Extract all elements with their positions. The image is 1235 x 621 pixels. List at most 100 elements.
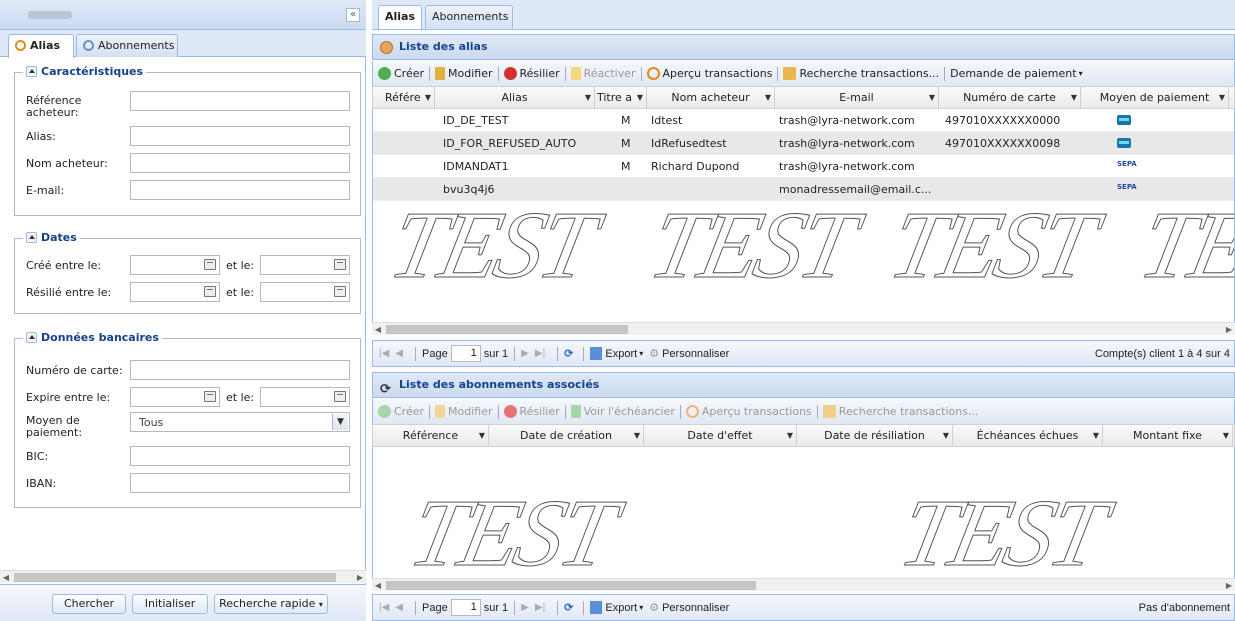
- edit-sub-button[interactable]: Modifier: [435, 405, 493, 418]
- bic-input[interactable]: [130, 446, 350, 466]
- prev-page-icon[interactable]: ◀: [395, 348, 403, 359]
- alias-horizontal-scrollbar[interactable]: ◀ ▶: [372, 322, 1235, 335]
- scrollbar-thumb[interactable]: [386, 325, 628, 334]
- collapse-toggle-icon[interactable]: [26, 66, 37, 77]
- sub-search-transactions-button[interactable]: Recherche transactions...: [822, 405, 978, 418]
- next-page-icon[interactable]: ▶: [521, 348, 529, 359]
- numero-carte-input[interactable]: [130, 360, 350, 380]
- scrollbar-thumb[interactable]: [386, 581, 756, 590]
- calendar-icon[interactable]: [204, 286, 216, 297]
- subs-horizontal-scrollbar[interactable]: ◀ ▶: [372, 578, 1235, 591]
- alias-label: Alias:: [26, 130, 56, 143]
- calendar-icon[interactable]: [204, 391, 216, 402]
- sub-preview-transactions-button[interactable]: Aperçu transactions: [685, 405, 812, 418]
- alias-input[interactable]: [130, 126, 350, 146]
- collapse-toggle-icon[interactable]: [26, 332, 37, 343]
- chevron-down-icon[interactable]: ▼: [332, 414, 348, 430]
- first-page-icon[interactable]: |◀: [379, 348, 389, 359]
- col-sub-montant[interactable]: Montant fixe ▼: [1103, 425, 1233, 447]
- search-button[interactable]: Chercher: [52, 594, 126, 614]
- cancel-sub-button[interactable]: Résilier: [503, 405, 560, 418]
- reset-button[interactable]: Initialiser: [132, 594, 208, 614]
- tab-alias-results[interactable]: Alias: [378, 5, 422, 29]
- col-sub-date-creation[interactable]: Date de création ▼: [489, 425, 644, 447]
- col-reference[interactable]: Référe ▼: [373, 87, 435, 109]
- scroll-left-icon[interactable]: ◀: [372, 579, 384, 592]
- col-moyen-paiement[interactable]: Moyen de paiement ▼: [1081, 87, 1229, 109]
- email-input[interactable]: [130, 180, 350, 200]
- calendar-icon[interactable]: [334, 391, 346, 402]
- customize-button[interactable]: ⚙ Personnaliser: [649, 347, 729, 361]
- customize-button[interactable]: ⚙ Personnaliser: [649, 601, 729, 615]
- edit-button[interactable]: Modifier: [435, 67, 493, 80]
- collapse-panel-button[interactable]: «: [346, 8, 360, 22]
- col-numero-carte[interactable]: Numéro de carte ▼: [939, 87, 1081, 109]
- refresh-icon[interactable]: ⟳: [564, 347, 573, 360]
- col-nom-acheteur[interactable]: Nom acheteur ▼: [647, 87, 775, 109]
- scroll-left-icon[interactable]: ◀: [0, 571, 12, 584]
- calendar-icon[interactable]: [334, 286, 346, 297]
- col-sub-echeances[interactable]: Échéances échues ▼: [953, 425, 1103, 447]
- refresh-icon[interactable]: ⟳: [564, 601, 573, 614]
- calendar-icon[interactable]: [204, 259, 216, 270]
- expire-from-date[interactable]: [130, 387, 220, 407]
- cree-to-date[interactable]: [260, 255, 350, 275]
- create-sub-button[interactable]: Créer: [378, 405, 424, 418]
- resilie-to-date[interactable]: [260, 282, 350, 302]
- preview-transactions-button[interactable]: Aperçu transactions: [646, 67, 772, 80]
- sepa-icon: SEPA: [1117, 160, 1137, 168]
- iban-input[interactable]: [130, 473, 350, 493]
- fieldset-legend: Données bancaires: [23, 331, 162, 344]
- next-page-icon[interactable]: ▶: [521, 602, 529, 613]
- subs-list-header: ⟳ Liste des abonnements associés: [372, 372, 1235, 398]
- col-titre[interactable]: Titre a ▼: [595, 87, 647, 109]
- cree-from-date[interactable]: [130, 255, 220, 275]
- nom-input[interactable]: [130, 153, 350, 173]
- col-alias[interactable]: Alias ▼: [435, 87, 595, 109]
- tab-abonnements-results[interactable]: Abonnements: [425, 5, 513, 28]
- scroll-right-icon[interactable]: ▶: [354, 571, 366, 584]
- table-row[interactable]: IDMANDAT1 M Richard Dupond trash@lyra-ne…: [373, 155, 1234, 178]
- expire-and-label: et le:: [226, 391, 255, 404]
- schedule-button[interactable]: Voir l'échéancier: [570, 405, 675, 418]
- reference-input[interactable]: [130, 91, 350, 111]
- calendar-icon[interactable]: [334, 259, 346, 270]
- moyen-paiement-select[interactable]: Tous ▼: [130, 412, 350, 432]
- resilie-from-date[interactable]: [130, 282, 220, 302]
- user-icon: [380, 41, 393, 54]
- search-icon: [646, 67, 660, 80]
- table-row[interactable]: bvu3q4j6 monadressemail@email.c... SEPA: [373, 178, 1234, 201]
- scroll-right-icon[interactable]: ▶: [1223, 323, 1235, 336]
- tab-abonnements[interactable]: Abonnements: [76, 34, 178, 57]
- folder-arrow-icon: [822, 405, 836, 418]
- last-page-icon[interactable]: ▶|: [535, 602, 545, 613]
- export-button[interactable]: Export ▾: [590, 347, 643, 360]
- scroll-left-icon[interactable]: ◀: [372, 323, 384, 336]
- reactivate-button[interactable]: Réactiver: [570, 67, 636, 80]
- page-input[interactable]: 1: [450, 345, 481, 362]
- search-transactions-button[interactable]: Recherche transactions...: [783, 67, 939, 80]
- export-icon: [590, 601, 603, 614]
- create-button[interactable]: Créer: [378, 67, 424, 80]
- cancel-button[interactable]: Résilier: [503, 67, 560, 80]
- tab-alias[interactable]: Alias: [8, 34, 74, 58]
- left-horizontal-scrollbar[interactable]: ◀ ▶: [0, 570, 366, 583]
- last-page-icon[interactable]: ▶|: [535, 348, 545, 359]
- quick-search-button[interactable]: Recherche rapide ▾: [214, 594, 328, 614]
- col-email[interactable]: E-mail ▼: [775, 87, 939, 109]
- payment-request-button[interactable]: Demande de paiement ▾: [950, 67, 1083, 80]
- table-row[interactable]: ID_DE_TEST M Idtest trash@lyra-network.c…: [373, 109, 1234, 132]
- table-row[interactable]: ID_FOR_REFUSED_AUTO M IdRefusedtest tras…: [373, 132, 1234, 155]
- first-page-icon[interactable]: |◀: [379, 602, 389, 613]
- col-sub-date-effet[interactable]: Date d'effet ▼: [644, 425, 797, 447]
- prev-page-icon[interactable]: ◀: [395, 602, 403, 613]
- subs-pager-status: Pas d'abonnement: [1138, 601, 1230, 614]
- export-button[interactable]: Export ▾: [590, 601, 643, 614]
- scroll-right-icon[interactable]: ▶: [1223, 579, 1235, 592]
- page-input[interactable]: 1: [450, 599, 481, 616]
- col-sub-date-resiliation[interactable]: Date de résiliation ▼: [797, 425, 953, 447]
- expire-to-date[interactable]: [260, 387, 350, 407]
- scrollbar-thumb[interactable]: [14, 573, 336, 582]
- collapse-toggle-icon[interactable]: [26, 232, 37, 243]
- col-sub-reference[interactable]: Référence ▼: [373, 425, 489, 447]
